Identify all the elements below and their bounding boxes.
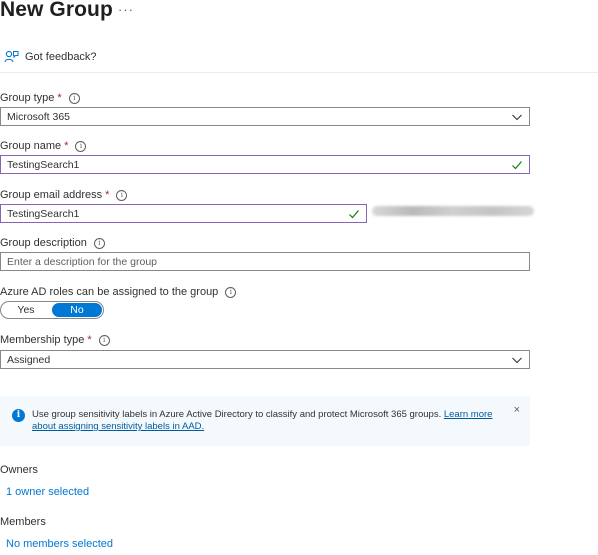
group-description-label-text: Group description — [0, 237, 87, 249]
feedback-icon — [4, 50, 19, 63]
group-type-label-text: Group type — [0, 92, 55, 104]
group-type-value: Microsoft 365 — [7, 110, 71, 123]
group-name-label: Group name * i — [0, 140, 87, 152]
group-name-label-text: Group name — [0, 140, 62, 152]
group-email-label: Group email address * i — [0, 189, 128, 201]
info-icon[interactable]: i — [75, 140, 87, 152]
membership-type-dropdown[interactable]: Assigned — [0, 350, 530, 369]
divider — [0, 72, 598, 73]
chevron-down-icon — [512, 357, 522, 364]
close-icon[interactable]: × — [514, 404, 520, 416]
info-icon[interactable]: i — [116, 189, 128, 201]
group-description-placeholder: Enter a description for the group — [7, 255, 158, 268]
page-title: New Group — [0, 0, 113, 21]
info-icon[interactable]: i — [98, 334, 110, 346]
membership-type-value: Assigned — [7, 353, 51, 366]
checkmark-icon — [512, 161, 522, 170]
chevron-down-icon — [512, 114, 522, 121]
required-mark: * — [57, 92, 62, 104]
membership-type-label: Membership type * i — [0, 334, 110, 346]
redacted-email-domain — [372, 206, 534, 216]
members-heading: Members — [0, 516, 46, 528]
azure-ad-roles-label: Azure AD roles can be assigned to the gr… — [0, 286, 237, 298]
toggle-option-no[interactable]: No — [52, 303, 102, 317]
required-mark: * — [87, 334, 92, 346]
group-description-input[interactable]: Enter a description for the group — [0, 252, 530, 271]
group-type-label: Group type * i — [0, 92, 80, 104]
more-options-button[interactable]: ··· — [118, 2, 134, 17]
info-filled-icon: i — [12, 409, 25, 422]
required-mark: * — [105, 189, 110, 201]
owners-link[interactable]: 1 owner selected — [6, 486, 89, 498]
group-name-value: TestingSearch1 — [7, 158, 80, 171]
group-type-dropdown[interactable]: Microsoft 365 — [0, 107, 530, 126]
group-description-label: Group description i — [0, 237, 105, 249]
membership-type-label-text: Membership type — [0, 334, 85, 346]
owners-heading: Owners — [0, 464, 38, 476]
info-icon[interactable]: i — [68, 92, 80, 104]
required-mark: * — [64, 140, 69, 152]
members-link[interactable]: No members selected — [6, 538, 113, 550]
checkmark-icon — [349, 210, 359, 219]
toggle-option-yes[interactable]: Yes — [1, 302, 51, 318]
group-email-label-text: Group email address — [0, 189, 103, 201]
info-icon[interactable]: i — [225, 286, 237, 298]
feedback-button[interactable]: Got feedback? — [4, 50, 97, 64]
new-group-page: New Group ··· Got feedback? Group type *… — [0, 0, 598, 555]
group-name-input[interactable]: TestingSearch1 — [0, 155, 530, 174]
azure-ad-roles-label-text: Azure AD roles can be assigned to the gr… — [0, 286, 219, 298]
sensitivity-labels-banner: i Use group sensitivity labels in Azure … — [0, 396, 530, 446]
banner-message-text: Use group sensitivity labels in Azure Ac… — [32, 409, 442, 420]
banner-message: Use group sensitivity labels in Azure Ac… — [32, 409, 507, 433]
group-email-value: TestingSearch1 — [7, 207, 80, 220]
group-email-input[interactable]: TestingSearch1 — [0, 204, 367, 223]
azure-ad-roles-toggle[interactable]: Yes No — [0, 301, 104, 319]
feedback-label: Got feedback? — [25, 51, 97, 63]
info-icon[interactable]: i — [93, 237, 105, 249]
